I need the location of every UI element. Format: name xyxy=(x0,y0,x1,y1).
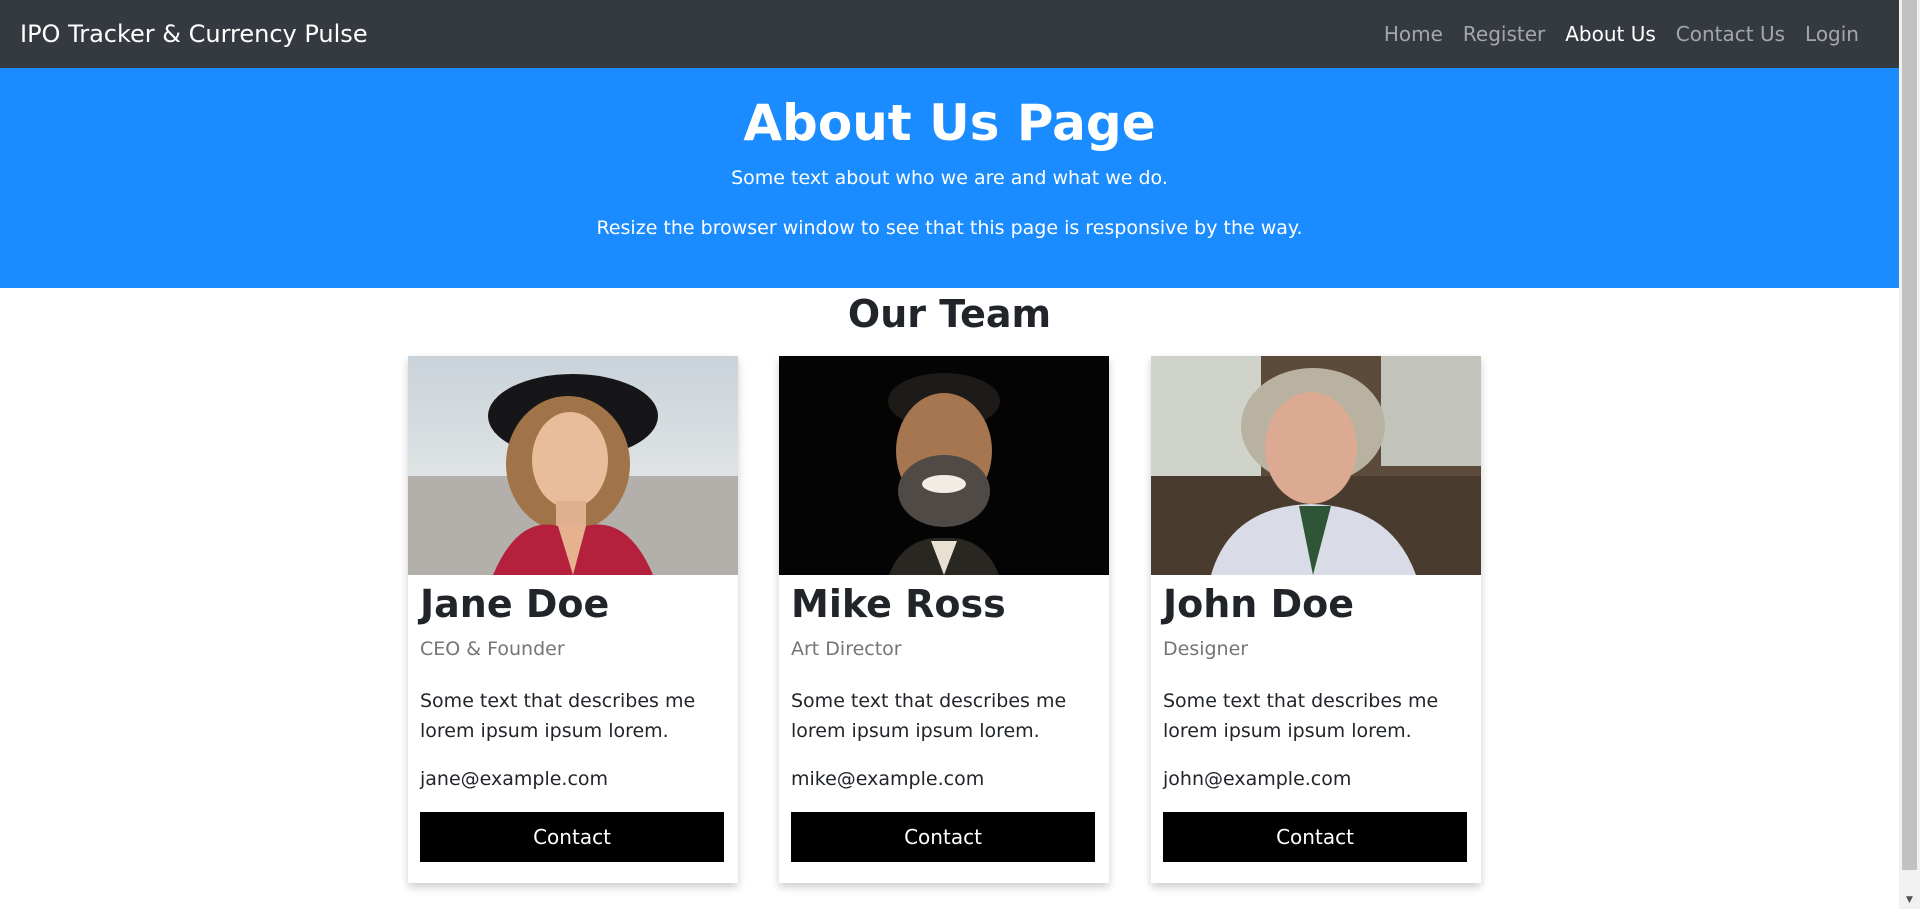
nav-link-home[interactable]: Home xyxy=(1374,22,1453,46)
team-card-mike: Mike Ross Art Director Some text that de… xyxy=(779,356,1109,883)
team-photo-mike xyxy=(779,356,1109,575)
scrollbar-thumb[interactable] xyxy=(1902,0,1917,870)
page-title: About Us Page xyxy=(743,94,1156,152)
contact-button[interactable]: Contact xyxy=(420,812,724,862)
team-member-name: Mike Ross xyxy=(791,582,1006,626)
team-photo-jane xyxy=(408,356,738,575)
hero-subtitle: Some text about who we are and what we d… xyxy=(731,167,1168,189)
hero-note: Resize the browser window to see that th… xyxy=(596,217,1303,239)
team-member-role: Art Director xyxy=(791,638,902,660)
team-member-email: mike@example.com xyxy=(791,768,985,790)
team-member-role: CEO & Founder xyxy=(420,638,565,660)
team-card-jane: Jane Doe CEO & Founder Some text that de… xyxy=(408,356,738,883)
team-member-name: John Doe xyxy=(1163,582,1355,626)
about-hero: About Us Page Some text about who we are… xyxy=(0,68,1899,288)
nav-link-about-us[interactable]: About Us xyxy=(1555,22,1666,46)
team-member-name: Jane Doe xyxy=(420,582,610,626)
team-member-description: Some text that describes me lorem ipsum … xyxy=(1163,690,1439,742)
team-member-description: Some text that describes me lorem ipsum … xyxy=(791,690,1067,742)
nav-links: Home Register About Us Contact Us Login xyxy=(1374,0,1869,68)
navbar: IPO Tracker & Currency Pulse Home Regist… xyxy=(0,0,1899,68)
navbar-brand[interactable]: IPO Tracker & Currency Pulse xyxy=(20,0,368,68)
nav-link-login[interactable]: Login xyxy=(1795,22,1869,46)
scroll-down-arrow-icon[interactable]: ▼ xyxy=(1899,891,1920,909)
team-member-role: Designer xyxy=(1163,638,1249,660)
nav-link-contact-us[interactable]: Contact Us xyxy=(1666,22,1795,46)
team-member-description: Some text that describes me lorem ipsum … xyxy=(420,690,696,742)
contact-button[interactable]: Contact xyxy=(791,812,1095,862)
team-card-john: John Doe Designer Some text that describ… xyxy=(1151,356,1481,883)
nav-link-register[interactable]: Register xyxy=(1453,22,1555,46)
team-member-email: jane@example.com xyxy=(420,768,609,790)
team-member-email: john@example.com xyxy=(1163,768,1352,790)
team-photo-john xyxy=(1151,356,1481,575)
team-title: Our Team xyxy=(847,292,1052,336)
contact-button[interactable]: Contact xyxy=(1163,812,1467,862)
page-scrollbar[interactable]: ▲ ▼ xyxy=(1899,0,1920,909)
